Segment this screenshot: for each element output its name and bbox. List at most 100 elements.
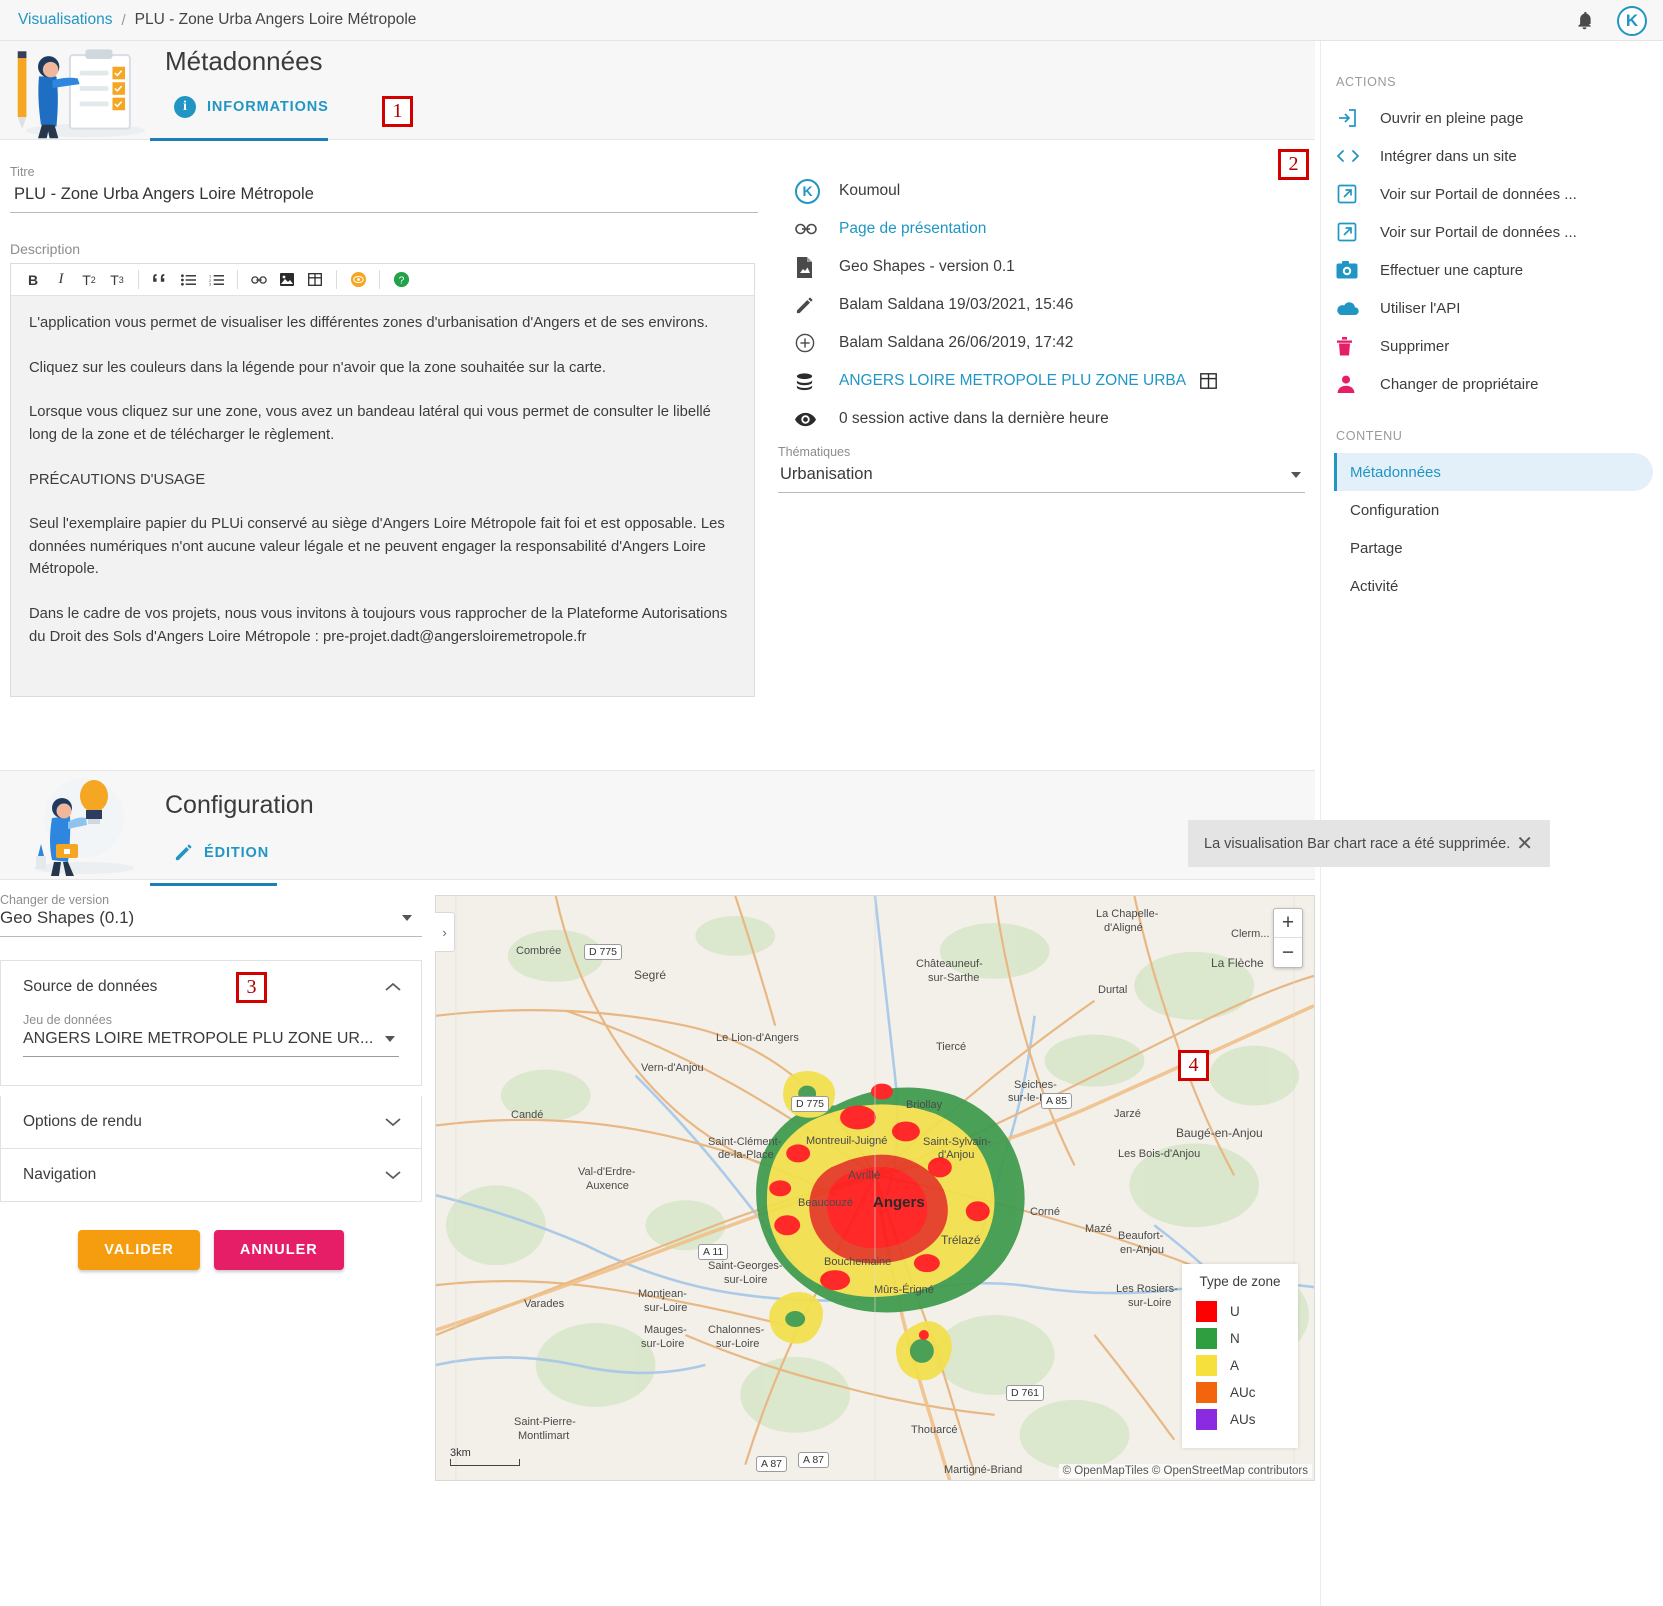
person-icon xyxy=(1336,374,1380,394)
configuration-tabs: ÉDITION xyxy=(150,843,293,875)
svg-text:?: ? xyxy=(398,275,404,286)
map-place-label: Thouarcé xyxy=(911,1424,958,1436)
image-icon[interactable] xyxy=(273,266,301,294)
action-label: Changer de propriétaire xyxy=(1380,375,1539,393)
map-place-label: Montjean- xyxy=(638,1288,687,1300)
legend-swatch xyxy=(1196,1301,1217,1322)
tab-edition[interactable]: ÉDITION xyxy=(150,843,293,875)
action-capture[interactable]: Effectuer une capture xyxy=(1321,251,1663,289)
map-place-label: Martigné-Briand xyxy=(944,1464,1023,1476)
map-place-label: Varades xyxy=(524,1298,565,1310)
legend-row[interactable]: N xyxy=(1182,1328,1298,1355)
map-place-label: La Chapelle- xyxy=(1096,908,1159,920)
map-place-label: Châteauneuf- xyxy=(916,958,983,970)
legend-swatch xyxy=(1196,1328,1217,1349)
thematics-select[interactable]: Urbanisation xyxy=(778,463,1305,493)
info-row-updated: Balam Saldana 19/03/2021, 15:46 xyxy=(795,286,1315,324)
map-place-label: Baugé-en-Anjou xyxy=(1176,1126,1263,1140)
map-place-label: sur-Sarthe xyxy=(928,972,980,984)
bullet-list-button[interactable] xyxy=(174,266,202,294)
topbar-actions: K xyxy=(1574,0,1647,41)
accordion-options-header[interactable]: Options de rendu xyxy=(1,1096,421,1148)
cancel-button[interactable]: ANNULER xyxy=(213,1230,344,1270)
map-container[interactable]: La Chapelle-d'Aligné Clerm... La Flèche Com… xyxy=(435,895,1315,1481)
action-open-fullpage[interactable]: Ouvrir en pleine page xyxy=(1321,99,1663,137)
help-icon[interactable]: ? xyxy=(387,266,415,294)
map-place-label: sur-Loire xyxy=(716,1338,760,1350)
map-place-label: Clerm... xyxy=(1231,928,1270,940)
italic-button[interactable]: I xyxy=(47,266,75,294)
version-select[interactable]: Geo Shapes (0.1) xyxy=(0,907,422,937)
sidebar-item-activite[interactable]: Activité xyxy=(1334,567,1653,605)
description-paragraph: Dans le cadre de vos projets, nous vous … xyxy=(29,606,728,645)
sidebar-actions-title: ACTIONS xyxy=(1336,75,1397,89)
map-place-label: Le Lion-d'Angers xyxy=(716,1032,799,1044)
heading-3-button[interactable]: T3 xyxy=(103,266,131,294)
action-label: Intégrer dans un site xyxy=(1380,147,1517,165)
legend-row[interactable]: AUc xyxy=(1182,1382,1298,1409)
accordion-navigation-title: Navigation xyxy=(23,1166,97,1183)
action-view-portal-1[interactable]: Voir sur Portail de données ... xyxy=(1321,175,1663,213)
accordion-navigation-header[interactable]: Navigation xyxy=(1,1149,421,1201)
camera-icon xyxy=(1336,260,1380,280)
sidebar-item-metadonnees[interactable]: Métadonnées xyxy=(1334,453,1653,491)
page-title: Métadonnées xyxy=(165,46,323,76)
breadcrumb-root-link[interactable]: Visualisations xyxy=(18,11,113,29)
map-place-label: Montreuil-Juigné xyxy=(806,1135,888,1147)
svg-text:3: 3 xyxy=(209,282,211,285)
action-change-owner[interactable]: Changer de propriétaire xyxy=(1321,365,1663,403)
metadata-info-list: K Koumoul Page de présentation Geo Shape… xyxy=(795,172,1315,438)
info-owner-label: Koumoul xyxy=(839,182,901,199)
info-row-dataset[interactable]: ANGERS LOIRE METROPOLE PLU ZONE URBA xyxy=(795,362,1315,400)
table-icon[interactable] xyxy=(301,266,329,294)
notification-bell-icon[interactable] xyxy=(1574,10,1595,31)
legend-row[interactable]: A xyxy=(1182,1355,1298,1382)
map-place-label: Briollay xyxy=(906,1099,943,1111)
action-delete[interactable]: Supprimer xyxy=(1321,327,1663,365)
close-icon[interactable]: ✕ xyxy=(1516,834,1533,854)
toast-message: La visualisation Bar chart race a été su… xyxy=(1204,835,1511,852)
bold-button[interactable]: B xyxy=(19,266,47,294)
info-row-presentation[interactable]: Page de présentation xyxy=(795,210,1315,248)
numbered-list-button[interactable]: 123 xyxy=(202,266,230,294)
link-icon[interactable] xyxy=(245,266,273,294)
map-zoom-control: + − xyxy=(1273,908,1303,968)
info-presentation-link[interactable]: Page de présentation xyxy=(839,220,986,238)
table-icon[interactable] xyxy=(1200,373,1218,389)
zoom-out-button[interactable]: − xyxy=(1274,938,1302,967)
description-text[interactable]: L'application vous permet de visualiser … xyxy=(11,296,754,696)
open-fullpage-icon xyxy=(1336,107,1380,129)
map-place-label: d'Aligné xyxy=(1104,922,1143,934)
sidebar-item-configuration[interactable]: Configuration xyxy=(1334,491,1653,529)
action-label: Utiliser l'API xyxy=(1380,299,1461,317)
action-use-api[interactable]: Utiliser l'API xyxy=(1321,289,1663,327)
map-place-label: Beaufort- xyxy=(1118,1230,1164,1242)
action-label: Ouvrir en pleine page xyxy=(1380,109,1524,127)
external-link-icon xyxy=(1336,183,1380,205)
action-embed[interactable]: Intégrer dans un site xyxy=(1321,137,1663,175)
configuration-tab-indicator xyxy=(150,883,277,886)
heading-2-button[interactable]: T2 xyxy=(75,266,103,294)
map-place-label: Trélazé xyxy=(941,1233,981,1247)
legend-row[interactable]: AUs xyxy=(1182,1409,1298,1436)
map-drawer-toggle[interactable]: › xyxy=(435,912,455,952)
info-row-sessions: 0 session active dans la dernière heure xyxy=(795,400,1315,438)
title-input[interactable] xyxy=(10,183,758,213)
preview-eye-icon[interactable] xyxy=(344,266,372,294)
dataset-select[interactable]: ANGERS LOIRE METROPOLE PLU ZONE UR... xyxy=(23,1029,399,1057)
tab-informations[interactable]: i INFORMATIONS xyxy=(150,96,353,131)
metadata-form: Titre Description B I T2 T3 123 xyxy=(10,165,758,697)
road-shield-label: D 761 xyxy=(1006,1385,1045,1401)
info-dataset-link[interactable]: ANGERS LOIRE METROPOLE PLU ZONE URBA xyxy=(839,372,1186,390)
map-place-label: sur-Loire xyxy=(644,1302,688,1314)
quote-button[interactable] xyxy=(146,266,174,294)
legend-row[interactable]: U xyxy=(1182,1301,1298,1328)
validate-button[interactable]: VALIDER xyxy=(78,1230,200,1270)
accordion-source-header[interactable]: Source de données xyxy=(1,961,421,1013)
zoom-in-button[interactable]: + xyxy=(1274,909,1302,938)
sidebar-item-partage[interactable]: Partage xyxy=(1334,529,1653,567)
toolbar-divider xyxy=(237,270,238,289)
action-view-portal-2[interactable]: Voir sur Portail de données ... xyxy=(1321,213,1663,251)
avatar[interactable]: K xyxy=(1617,5,1647,36)
accordion-source-body: Jeu de données ANGERS LOIRE METROPOLE PL… xyxy=(1,1013,421,1085)
